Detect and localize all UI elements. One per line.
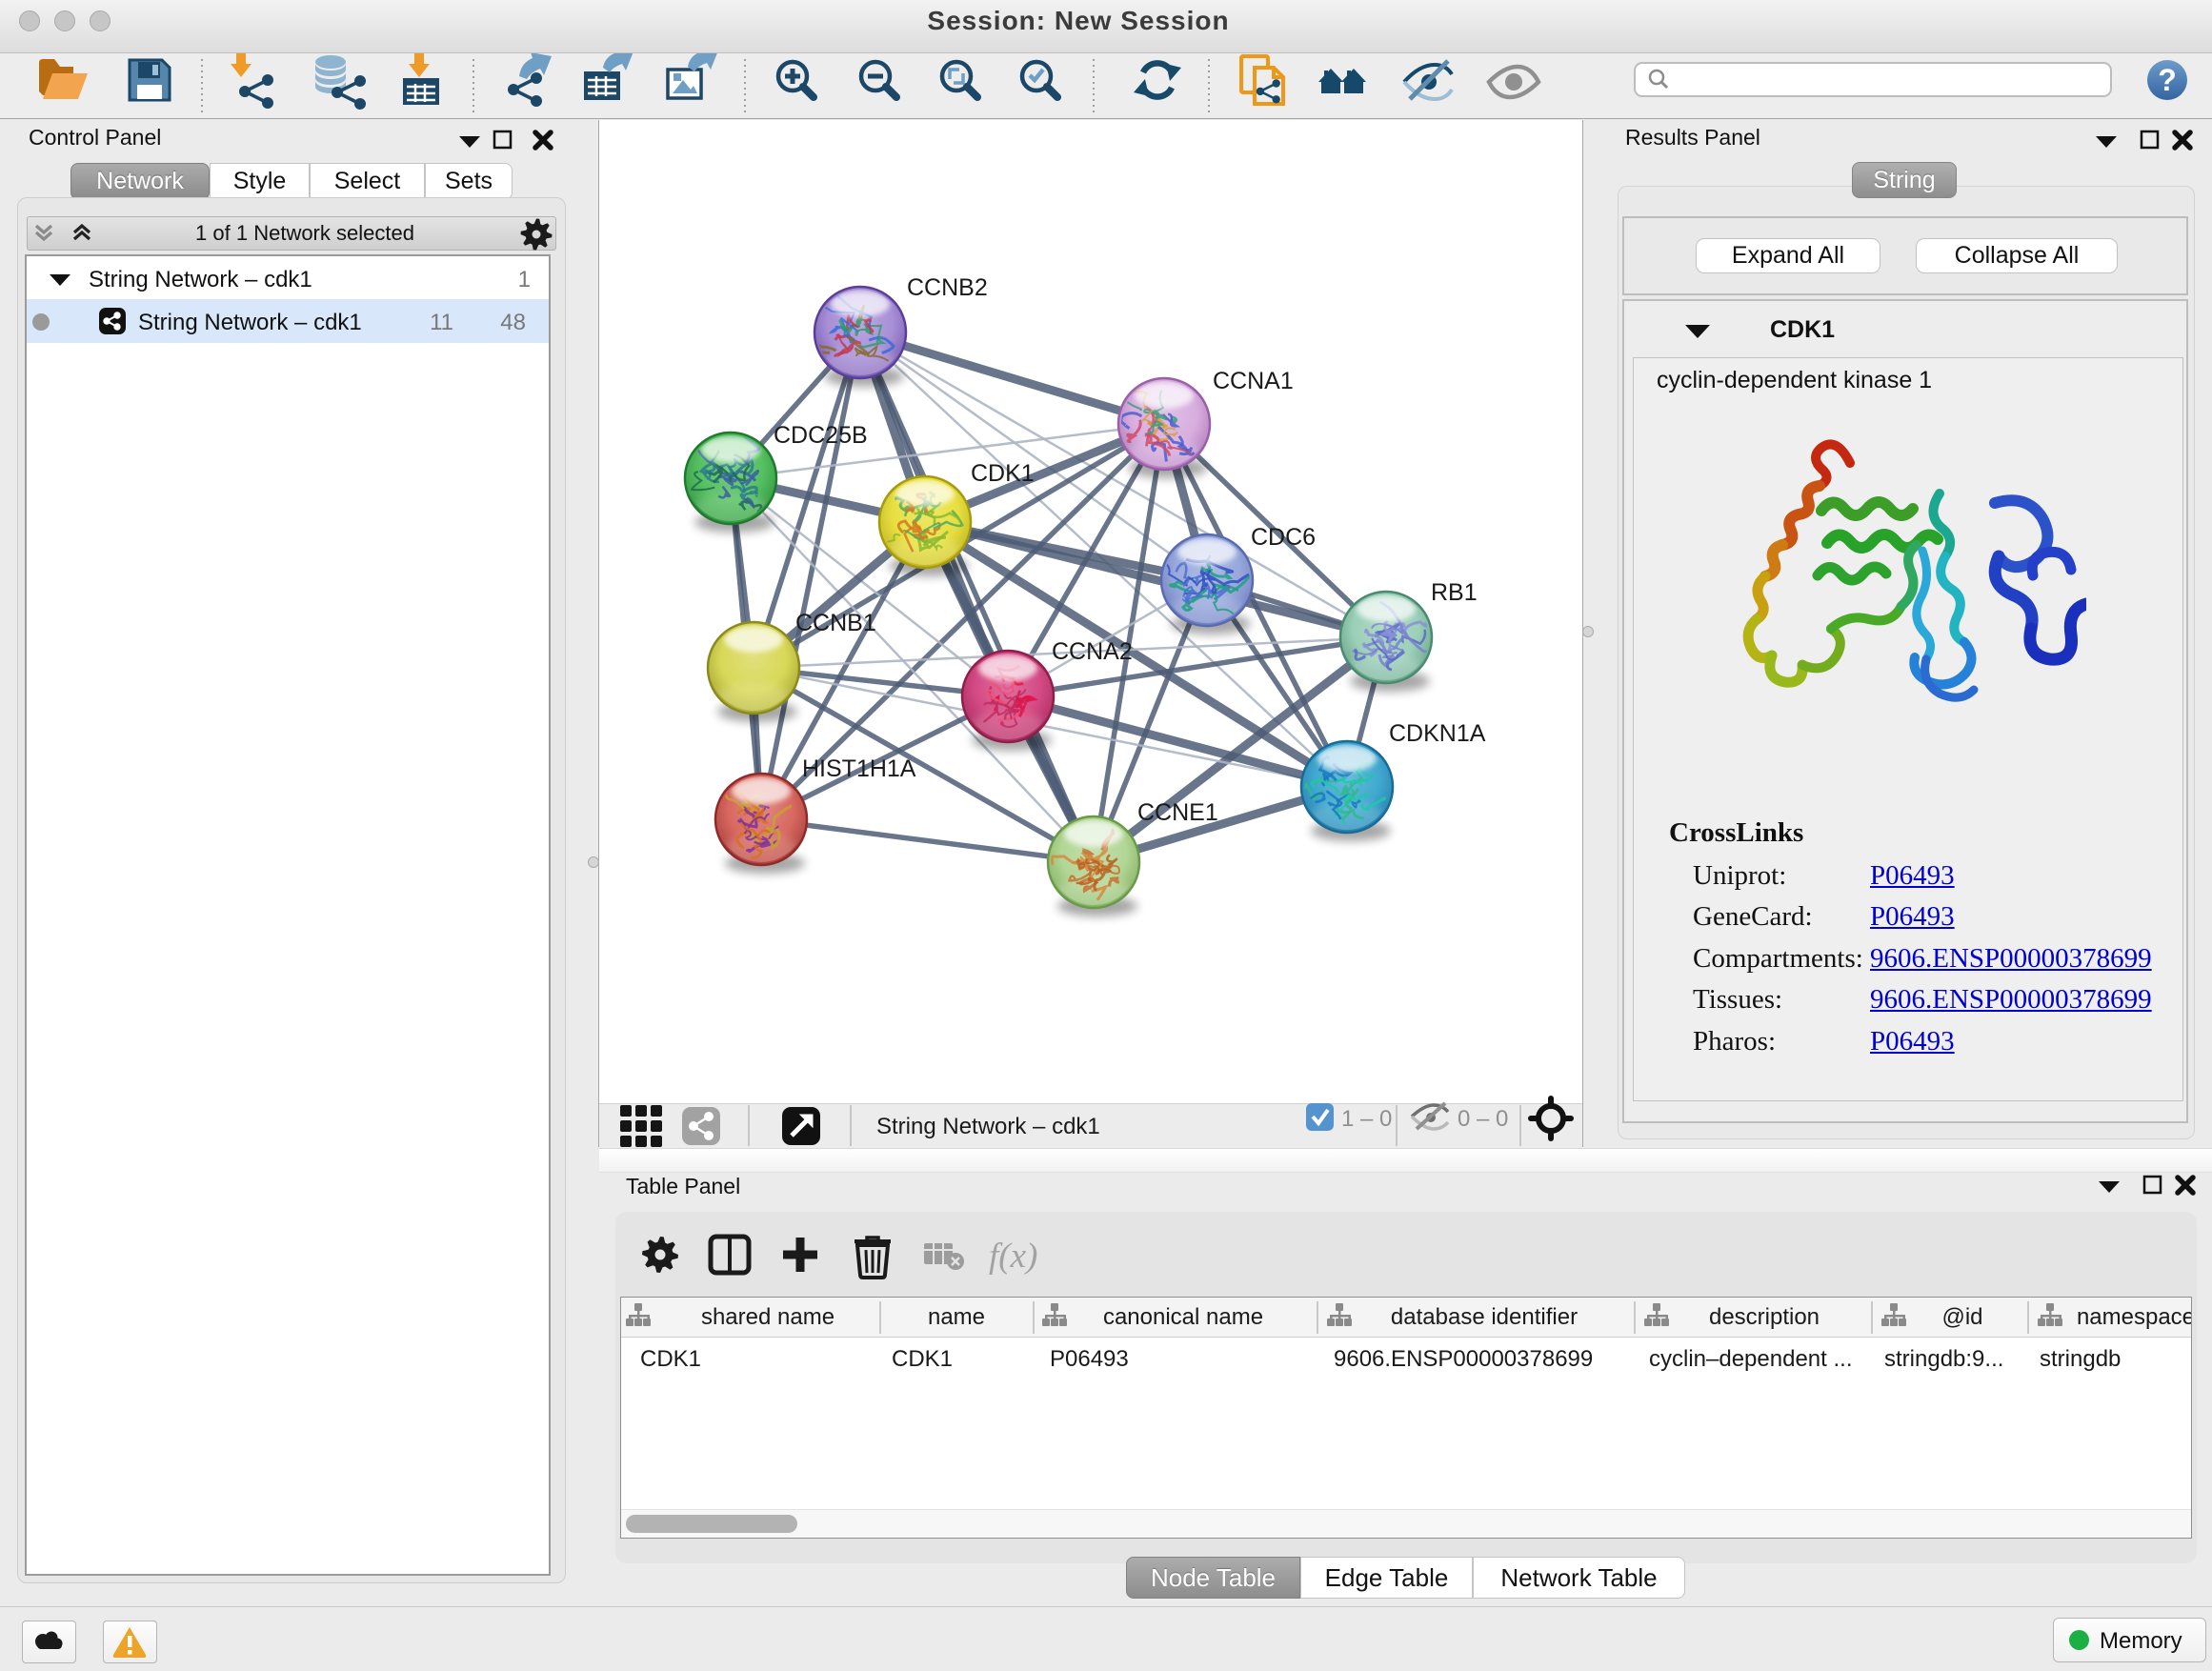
svg-text:canonical name: canonical name [1103, 1304, 1263, 1330]
svg-text:CDK1: CDK1 [640, 1346, 701, 1372]
svg-text:CCNE1: CCNE1 [1137, 799, 1218, 826]
svg-text:CCNB2: CCNB2 [907, 274, 988, 301]
svg-text:CDC6: CDC6 [1251, 524, 1316, 551]
svg-text:CCNA1: CCNA1 [1213, 368, 1294, 394]
svg-text:namespace: namespace [2077, 1304, 2191, 1330]
svg-text:HIST1H1A: HIST1H1A [802, 755, 916, 782]
svg-text:@id: @id [1941, 1304, 1982, 1330]
svg-text:stringdb: stringdb [2040, 1346, 2121, 1372]
svg-text:CDK1: CDK1 [971, 460, 1035, 487]
svg-text:f(x): f(x) [989, 1237, 1037, 1276]
svg-text:CDC25B: CDC25B [774, 422, 868, 449]
svg-text:CCNA2: CCNA2 [1052, 638, 1133, 665]
svg-text:database identifier: database identifier [1391, 1304, 1578, 1330]
svg-text:9606.ENSP00000378699: 9606.ENSP00000378699 [1334, 1346, 1593, 1372]
svg-text:String Network – cdk1: String Network – cdk1 [876, 1114, 1100, 1139]
svg-text:cyclin–dependent ...: cyclin–dependent ... [1649, 1346, 1852, 1372]
svg-text:name: name [928, 1304, 985, 1330]
svg-text:CDK1: CDK1 [892, 1346, 953, 1372]
svg-text:description: description [1709, 1304, 1820, 1330]
svg-text:stringdb:9...: stringdb:9... [1884, 1346, 2003, 1372]
svg-text:CCNB1: CCNB1 [795, 610, 876, 636]
svg-text:?: ? [2158, 63, 2177, 97]
svg-text:P06493: P06493 [1050, 1346, 1129, 1372]
svg-text:1 – 0: 1 – 0 [1341, 1106, 1392, 1132]
svg-text:CDKN1A: CDKN1A [1389, 720, 1486, 747]
svg-text:RB1: RB1 [1431, 579, 1478, 606]
svg-text:shared name: shared name [701, 1304, 835, 1330]
svg-text:0 – 0: 0 – 0 [1458, 1106, 1508, 1132]
